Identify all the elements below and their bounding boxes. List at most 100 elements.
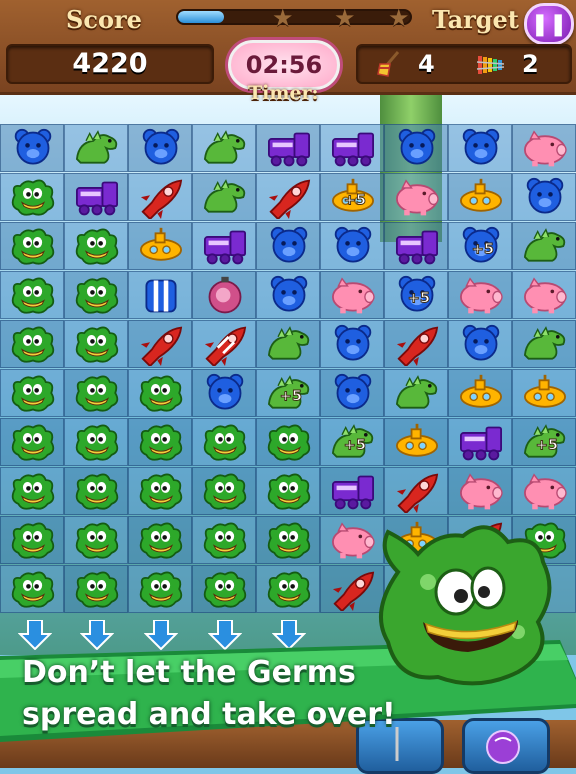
board-cell[interactable] [320, 124, 384, 172]
board-cell[interactable]: +5 [320, 173, 384, 221]
board-cell[interactable] [128, 418, 192, 466]
board-cell[interactable] [128, 124, 192, 172]
board-cell[interactable] [64, 271, 128, 319]
board-cell[interactable] [256, 173, 320, 221]
board-cell[interactable] [448, 320, 512, 368]
board-cell[interactable] [64, 173, 128, 221]
board-cell[interactable] [384, 124, 448, 172]
board-cell[interactable] [448, 467, 512, 515]
board-cell[interactable] [256, 418, 320, 466]
board-cell[interactable] [320, 222, 384, 270]
board-cell[interactable] [384, 418, 448, 466]
board-cell[interactable] [64, 320, 128, 368]
board-cell[interactable] [512, 173, 576, 221]
board-cell[interactable] [128, 369, 192, 417]
bear-piece-icon [206, 373, 244, 410]
banner-line-2: spread and take over! [22, 697, 396, 732]
board-cell[interactable] [128, 467, 192, 515]
germ-piece-icon [11, 326, 55, 363]
board-cell[interactable] [64, 222, 128, 270]
board-cell[interactable] [128, 222, 192, 270]
striped-piece-icon [145, 279, 177, 313]
board-cell[interactable]: +5 [384, 271, 448, 319]
target-label: Target [432, 5, 519, 34]
board-cell[interactable] [0, 516, 64, 564]
board-cell[interactable] [512, 124, 576, 172]
board-cell[interactable] [192, 320, 256, 368]
board-cell[interactable] [128, 320, 192, 368]
board-cell[interactable] [256, 222, 320, 270]
board-cell[interactable] [64, 369, 128, 417]
board-cell[interactable] [512, 467, 576, 515]
germ-piece-icon [75, 571, 119, 608]
board-cell[interactable]: +5 [256, 369, 320, 417]
germ-piece-icon [139, 473, 183, 510]
board-cell[interactable] [0, 173, 64, 221]
board-cell[interactable] [384, 222, 448, 270]
board-cell[interactable] [448, 418, 512, 466]
board-cell[interactable] [192, 418, 256, 466]
board-cell[interactable] [192, 369, 256, 417]
train-piece-icon [76, 181, 118, 216]
score-progress-fill [178, 11, 225, 23]
board-cell[interactable] [128, 516, 192, 564]
pause-button[interactable]: ❚❚ [524, 3, 574, 45]
board-cell[interactable] [448, 124, 512, 172]
board-cell[interactable] [384, 467, 448, 515]
board-cell[interactable] [384, 173, 448, 221]
board-cell[interactable] [448, 369, 512, 417]
board-cell[interactable] [0, 320, 64, 368]
board-cell[interactable]: +5 [512, 418, 576, 466]
board-cell[interactable] [512, 320, 576, 368]
board-cell[interactable] [512, 271, 576, 319]
board-cell[interactable] [512, 222, 576, 270]
germ-piece-icon [11, 179, 55, 216]
board-cell[interactable] [192, 467, 256, 515]
board-cell[interactable] [192, 271, 256, 319]
board-cell[interactable] [192, 516, 256, 564]
board-cell[interactable] [256, 124, 320, 172]
board-cell[interactable] [192, 222, 256, 270]
board-cell[interactable] [64, 467, 128, 515]
board-cell[interactable] [256, 565, 320, 613]
board-cell[interactable] [64, 418, 128, 466]
board-cell[interactable] [448, 173, 512, 221]
board-cell[interactable] [384, 320, 448, 368]
board-cell[interactable] [320, 271, 384, 319]
dino-piece-icon [267, 326, 310, 360]
board-cell[interactable] [192, 173, 256, 221]
board-cell[interactable] [320, 369, 384, 417]
board-cell[interactable] [320, 467, 384, 515]
board-cell[interactable] [128, 271, 192, 319]
board-cell[interactable] [0, 124, 64, 172]
board-cell[interactable] [0, 369, 64, 417]
board-cell[interactable] [64, 565, 128, 613]
board-cell[interactable] [0, 418, 64, 466]
top-bar: Score Target ★ ★ ★ ❚❚ 4220 4 2 02:56 [0, 0, 576, 95]
germ-piece-icon [75, 375, 119, 412]
board-cell[interactable] [64, 124, 128, 172]
board-cell[interactable] [384, 369, 448, 417]
board-cell[interactable]: +5 [320, 418, 384, 466]
board-cell[interactable] [0, 565, 64, 613]
board-cell[interactable] [320, 320, 384, 368]
board-cell[interactable] [128, 565, 192, 613]
board-cell[interactable]: +5 [448, 222, 512, 270]
bear-piece-icon [398, 128, 436, 165]
board-cell[interactable] [512, 369, 576, 417]
germ-piece-icon [203, 473, 247, 510]
germ-piece-icon [267, 424, 311, 461]
board-cell[interactable] [256, 320, 320, 368]
dino-piece-icon [523, 326, 566, 360]
board-cell[interactable] [448, 271, 512, 319]
board-cell[interactable] [192, 124, 256, 172]
board-cell[interactable] [128, 173, 192, 221]
board-cell[interactable] [256, 467, 320, 515]
board-cell[interactable] [256, 516, 320, 564]
board-cell[interactable] [192, 565, 256, 613]
board-cell[interactable] [0, 222, 64, 270]
board-cell[interactable] [0, 271, 64, 319]
board-cell[interactable] [64, 516, 128, 564]
board-cell[interactable] [256, 271, 320, 319]
board-cell[interactable] [0, 467, 64, 515]
